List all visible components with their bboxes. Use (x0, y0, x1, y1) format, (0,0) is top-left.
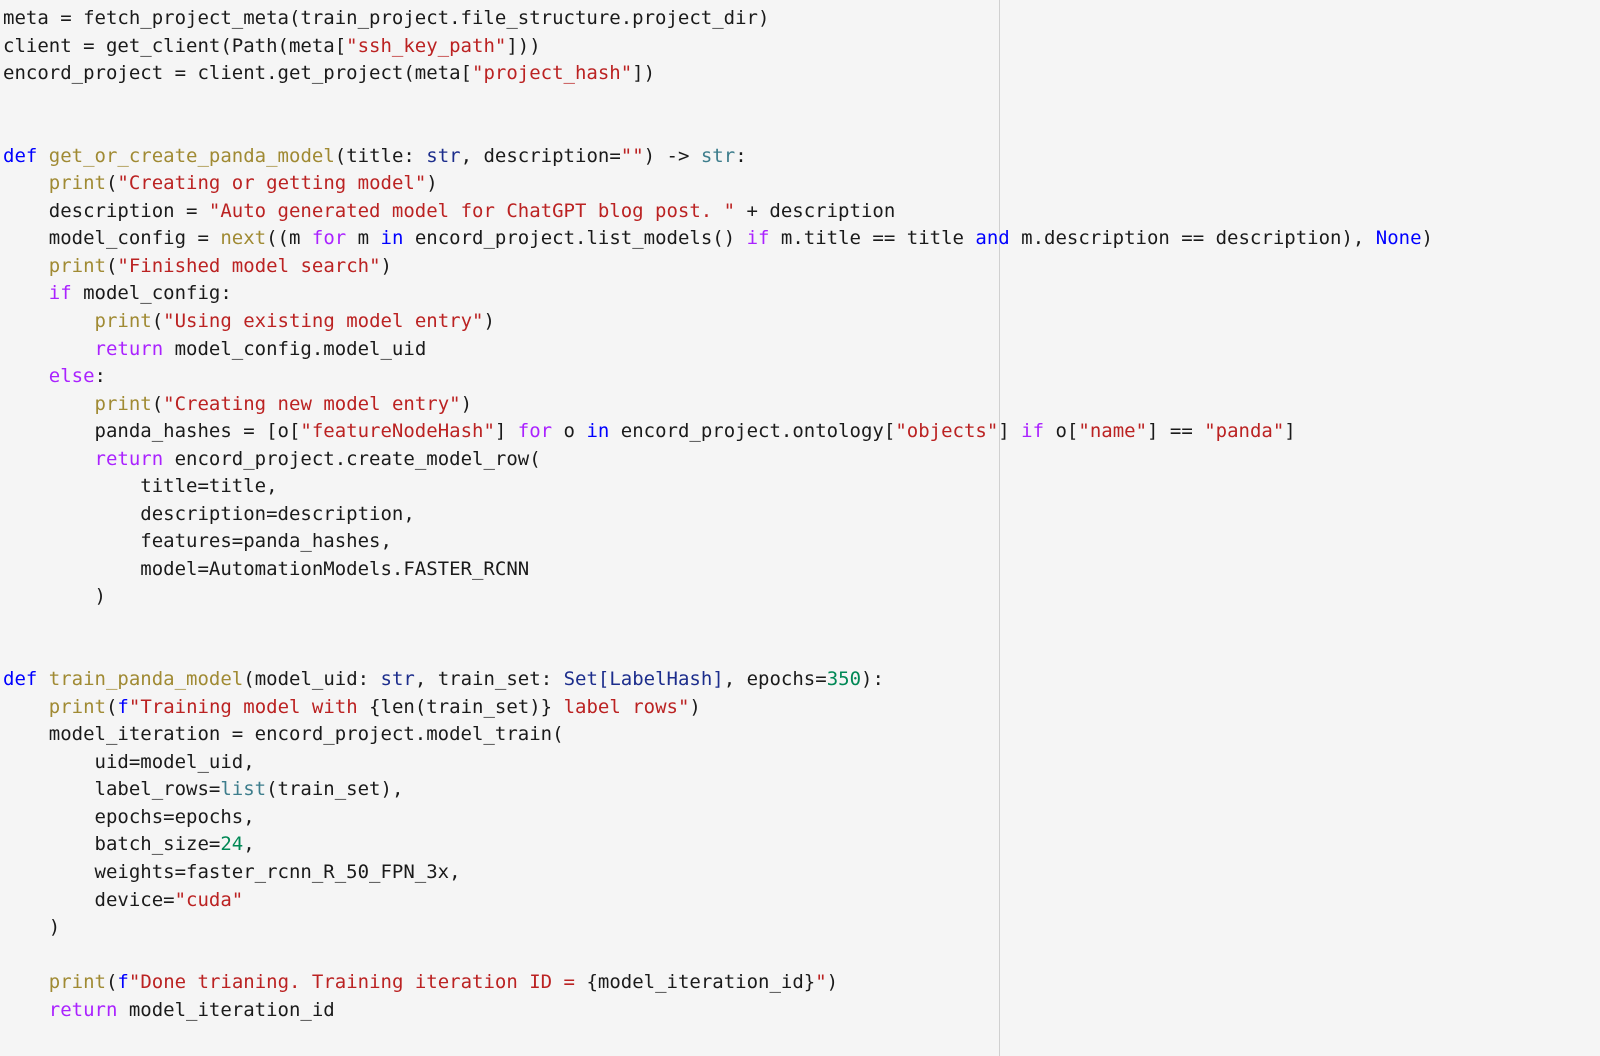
code-line-12: print("Using existing model entry") (94, 310, 495, 333)
code-line-11: if model_config: (48, 282, 232, 305)
code-line-7: print("Creating or getting model") (48, 172, 438, 195)
code-line-32: weights=faster_rcnn_R_50_FPN_3x, (3, 860, 461, 883)
code-line-36: print(f"Done trianing. Training iteratio… (48, 971, 839, 994)
python-code-listing[interactable]: meta = fetch_project_meta(train_project.… (3, 5, 1433, 1024)
code-editor-surface: meta = fetch_project_meta(train_project.… (0, 0, 1600, 1056)
code-line-16: panda_hashes = [o["featureNodeHash"] for… (3, 420, 1296, 443)
code-line-28: uid=model_uid, (3, 750, 255, 773)
code-line-26: print(f"Training model with {len(train_s… (48, 695, 701, 718)
code-line-3: encord_project = client.get_project(meta… (3, 62, 656, 85)
code-line-13: return model_config.model_uid (94, 337, 427, 360)
code-line-37: return model_iteration_id (48, 998, 335, 1021)
code-line-15: print("Creating new model entry") (94, 392, 473, 415)
code-line-27: model_iteration = encord_project.model_t… (3, 723, 564, 746)
code-line-6: def get_or_create_panda_model(title: str… (3, 144, 747, 167)
code-line-34: ) (3, 916, 61, 939)
code-line-31: batch_size=24, (3, 833, 255, 856)
code-line-22: ) (3, 585, 106, 608)
code-line-25: def train_panda_model(model_uid: str, tr… (3, 668, 884, 691)
code-line-20: features=panda_hashes, (3, 530, 392, 553)
code-line-29: label_rows=list(train_set), (3, 778, 404, 801)
code-line-30: epochs=epochs, (3, 805, 255, 828)
code-line-8: description = "Auto generated model for … (3, 199, 896, 222)
code-line-10: print("Finished model search") (48, 254, 392, 277)
code-line-18: title=title, (3, 475, 278, 498)
code-line-1: meta = fetch_project_meta(train_project.… (3, 7, 770, 29)
code-line-14: else: (48, 365, 106, 388)
code-line-21: model=AutomationModels.FASTER_RCNN (3, 557, 530, 580)
code-line-17: return encord_project.create_model_row( (94, 447, 541, 470)
code-line-2: client = get_client(Path(meta["ssh_key_p… (3, 34, 541, 57)
code-line-9: model_config = next((m for m in encord_p… (3, 227, 1433, 250)
code-content[interactable]: meta = fetch_project_meta(train_project.… (3, 5, 1433, 1024)
code-line-19: description=description, (3, 502, 415, 525)
code-line-33: device="cuda" (3, 888, 244, 911)
